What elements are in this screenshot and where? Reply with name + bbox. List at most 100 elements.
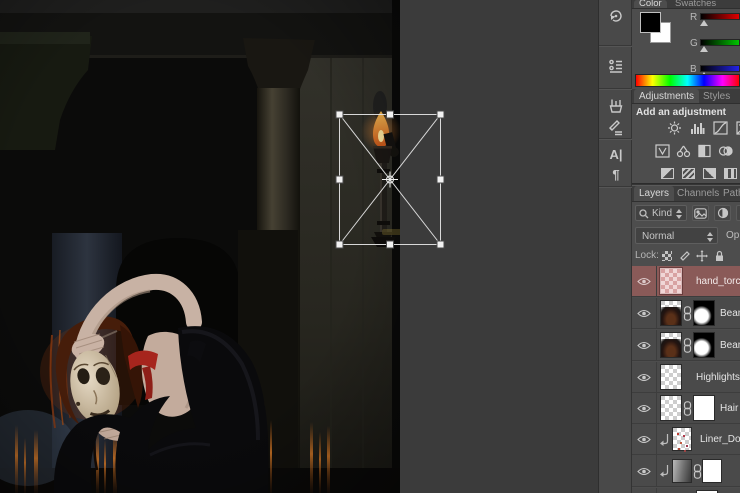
green-slider[interactable]: [700, 39, 740, 46]
clipping-mask-arrow-icon: [659, 464, 670, 477]
visibility-toggle[interactable]: [632, 330, 657, 361]
brightness-contrast-icon[interactable]: [666, 121, 682, 135]
tab-layers[interactable]: Layers: [634, 186, 674, 201]
eye-icon: [637, 341, 651, 350]
red-slider-thumb[interactable]: [700, 20, 708, 26]
red-channel-label: R: [690, 12, 697, 23]
transform-handle-bottom-left[interactable]: [336, 241, 343, 248]
blend-mode-spinner: [707, 232, 714, 242]
document-canvas[interactable]: [0, 0, 598, 493]
levels-icon[interactable]: [689, 121, 705, 135]
search-icon: [639, 209, 649, 219]
hue-saturation-icon[interactable]: [675, 144, 691, 158]
visibility-toggle[interactable]: [632, 455, 657, 487]
layer-row-beam[interactable]: Beam: [632, 330, 740, 361]
green-channel-label: G: [690, 38, 698, 49]
type-layers-filter-icon[interactable]: [736, 205, 740, 221]
lock-position-icon[interactable]: [696, 250, 708, 262]
right-panel-column: Color Swatches R G B Adjustments Styles …: [632, 0, 740, 493]
visibility-toggle[interactable]: [632, 266, 657, 297]
layer-mask-link-icon[interactable]: [683, 338, 692, 353]
brush-presets-icon[interactable]: [606, 96, 626, 116]
invert-icon[interactable]: [701, 166, 717, 180]
transform-handle-bottom-right[interactable]: [437, 241, 444, 248]
layer-mask-link-icon[interactable]: [683, 306, 692, 321]
eye-icon: [637, 309, 651, 318]
layer-mask-link-icon[interactable]: [693, 464, 702, 479]
transform-handle-mid-right[interactable]: [437, 176, 444, 183]
exposure-icon[interactable]: [735, 121, 740, 135]
transform-handle-top-center[interactable]: [387, 111, 394, 118]
eye-icon: [637, 435, 651, 444]
layer-mask-thumbnail[interactable]: [702, 459, 722, 483]
curves-icon[interactable]: [712, 121, 728, 135]
lock-label: Lock:: [635, 250, 659, 261]
lock-all-icon[interactable]: [713, 250, 725, 262]
transform-handle-mid-left[interactable]: [336, 176, 343, 183]
red-slider[interactable]: [700, 13, 740, 20]
tab-styles[interactable]: Styles: [698, 89, 735, 103]
blue-slider[interactable]: [700, 65, 740, 72]
layer-row-hair[interactable]: Hair: [632, 393, 740, 424]
visibility-toggle[interactable]: [632, 424, 657, 455]
layer-row-partial[interactable]: [632, 488, 740, 493]
transform-handle-top-right[interactable]: [437, 111, 444, 118]
pixel-layers-filter-icon[interactable]: [692, 205, 709, 221]
color-spectrum-ramp[interactable]: [635, 74, 740, 87]
eye-icon: [637, 404, 651, 413]
paragraph-panel-icon[interactable]: ¶: [606, 164, 626, 184]
tab-color[interactable]: Color: [634, 0, 667, 8]
tab-channels[interactable]: Channels: [672, 186, 724, 201]
tab-paths[interactable]: Paths: [718, 186, 740, 201]
posterize-icon[interactable]: [722, 166, 738, 180]
artwork: [0, 0, 598, 493]
blend-mode-row: Normal Op: [632, 226, 740, 246]
black-white-icon[interactable]: [717, 144, 733, 158]
vibrance-icon[interactable]: [654, 144, 670, 158]
history-icon[interactable]: [606, 6, 626, 26]
blend-mode-dropdown[interactable]: Normal: [635, 227, 718, 244]
tab-swatches[interactable]: Swatches: [670, 0, 721, 8]
eye-icon: [637, 373, 651, 382]
layer-row-liner-dodge[interactable]: Liner_Dodg: [632, 424, 740, 455]
visibility-toggle[interactable]: [632, 362, 657, 393]
character-panel-icon[interactable]: A|: [606, 144, 626, 164]
layer-thumbnail[interactable]: [672, 459, 692, 483]
layer-thumbnail[interactable]: [660, 300, 682, 326]
color-panel-tabbar: Color Swatches: [632, 0, 740, 9]
photoshop-window: A| ¶ Color Swatches R G B Adjustments St…: [0, 0, 740, 493]
eye-icon: [637, 277, 651, 286]
green-slider-thumb[interactable]: [700, 46, 708, 52]
layer-row-highlights[interactable]: Highlights: [632, 362, 740, 393]
layer-mask-link-icon[interactable]: [683, 401, 692, 416]
lock-pixels-icon[interactable]: [679, 250, 691, 262]
transform-handle-bottom-center[interactable]: [387, 241, 394, 248]
color-balance-icon[interactable]: [696, 144, 712, 158]
visibility-toggle[interactable]: [632, 298, 657, 329]
color-lookup-icon[interactable]: [680, 166, 696, 180]
adjustment-layers-filter-icon[interactable]: [714, 205, 731, 221]
layer-comps-icon[interactable]: [606, 56, 626, 76]
layer-row-beam-copy[interactable]: Beam c: [632, 298, 740, 329]
transform-handle-top-left[interactable]: [336, 111, 343, 118]
channel-mixer-icon[interactable]: [659, 166, 675, 180]
layer-thumbnail[interactable]: [660, 332, 682, 358]
foreground-color-swatch[interactable]: [640, 12, 661, 33]
kind-spinner: [676, 209, 683, 219]
visibility-toggle[interactable]: [632, 393, 657, 424]
clipping-mask-arrow-icon: [659, 433, 670, 446]
layer-thumbnail[interactable]: [660, 268, 682, 294]
layer-row-gradient[interactable]: [632, 455, 740, 487]
layer-mask-thumbnail[interactable]: [693, 395, 715, 421]
layer-filter-kind-dropdown[interactable]: Kind: [635, 205, 687, 221]
layer-mask-thumbnail[interactable]: [693, 332, 715, 358]
layer-thumbnail[interactable]: [660, 364, 682, 390]
brush-panel-icon[interactable]: [606, 117, 626, 137]
layer-mask-thumbnail[interactable]: [693, 300, 715, 326]
layer-filter-row: Kind: [632, 204, 740, 223]
layer-thumbnail[interactable]: [672, 427, 692, 451]
tab-adjustments[interactable]: Adjustments: [634, 89, 699, 103]
layer-row-hand-torch[interactable]: hand_torch_kl_: [632, 266, 740, 297]
lock-transparent-icon[interactable]: [661, 250, 673, 262]
layer-thumbnail[interactable]: [660, 395, 682, 421]
